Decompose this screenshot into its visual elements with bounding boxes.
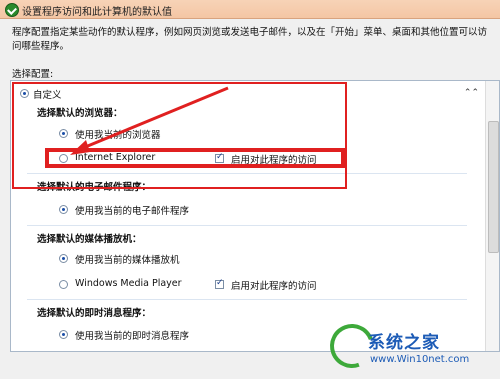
watermark: 系统之家 www.Win10net.com — [322, 316, 500, 379]
watermark-brand: 系统之家 — [368, 333, 440, 353]
watermark-url: www.Win10net.com — [370, 354, 470, 365]
